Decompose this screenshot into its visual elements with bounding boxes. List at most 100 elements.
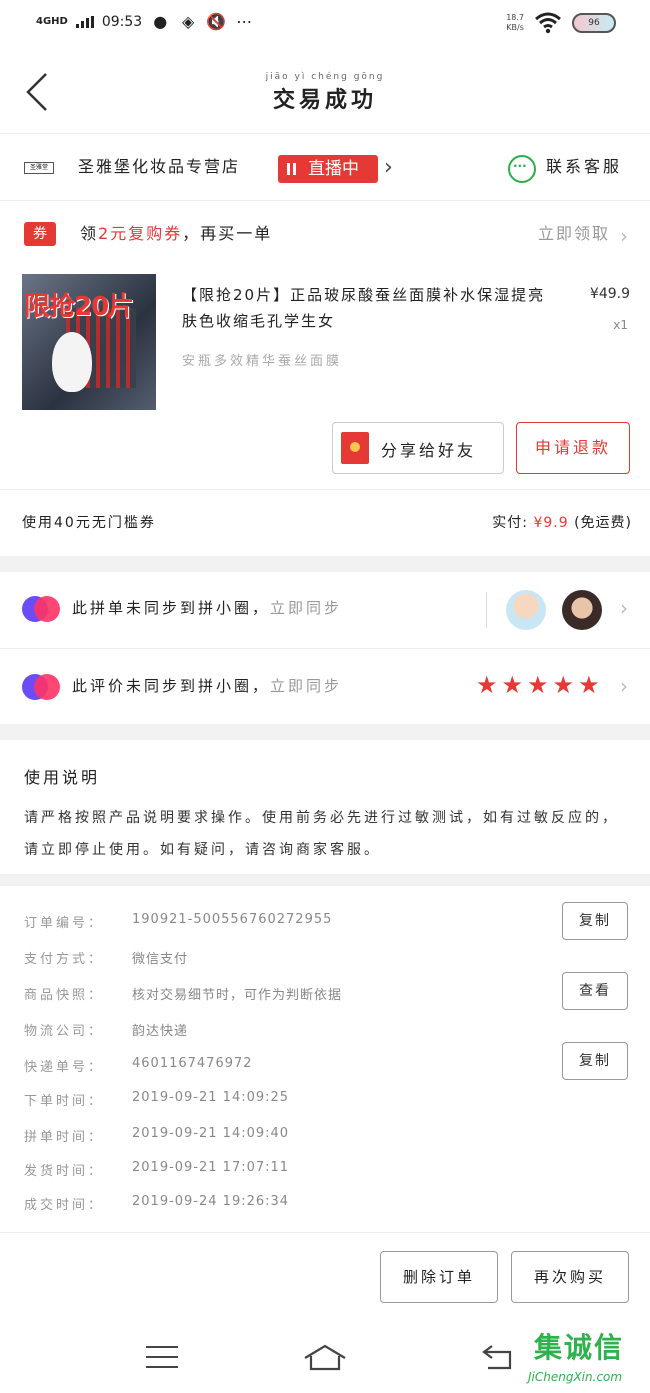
order-details: 订单编号： 190921-500556760272955 支付方式： 微信支付 …	[0, 890, 650, 1230]
avatar	[506, 590, 546, 630]
paid-label: 实付:	[492, 515, 528, 531]
review-sync-message: 此评价未同步到拼小圈，	[72, 677, 271, 695]
product-quantity: x1	[613, 318, 628, 332]
home-icon[interactable]	[303, 1342, 347, 1372]
detail-value: 微信支付	[132, 952, 189, 967]
face-mask-graphic	[52, 332, 92, 392]
contact-service-button[interactable]: 联系客服	[546, 153, 622, 177]
detail-label: 快递单号：	[24, 1060, 105, 1075]
store-logo: 圣雅堂	[24, 162, 54, 174]
detail-value: 核对交易细节时，可作为判断依据	[132, 988, 343, 1003]
share-label: 分享给好友	[381, 441, 477, 460]
star-icon: ★	[476, 671, 498, 699]
buy-again-button[interactable]: 再次购买	[511, 1251, 629, 1303]
store-row[interactable]: 圣雅堂 圣雅堡化妆品专营店 直播中 › 联系客服	[0, 135, 650, 201]
instructions-title: 使用说明	[24, 768, 101, 787]
detail-label: 发货时间：	[24, 1164, 105, 1179]
detail-value: 2019-09-21 17:07:11	[132, 1160, 290, 1175]
detail-row-ship-time: 发货时间： 2019-09-21 17:07:11	[0, 1154, 650, 1188]
chevron-right-icon[interactable]: ›	[620, 674, 628, 698]
coupon-icon: 券	[24, 222, 56, 246]
refund-button[interactable]: 申请退款	[516, 422, 630, 474]
page-title-pinyin: jiāo yì chéng gōng	[265, 72, 385, 82]
copy-tracking-button[interactable]: 复制	[562, 1042, 628, 1080]
coupon-row[interactable]: 券 领2元复购券，再买一单 立即领取 ›	[0, 202, 650, 264]
copy-order-no-button[interactable]: 复制	[562, 902, 628, 940]
live-label: 直播中	[308, 159, 359, 179]
status-left: 4GHD 09:53 ● ◈ 🔇 ⋯	[36, 12, 254, 32]
store-name[interactable]: 圣雅堡化妆品专营店	[78, 153, 240, 177]
detail-value: 4601167476972	[132, 1056, 253, 1071]
detail-row-order-no: 订单编号： 190921-500556760272955	[0, 906, 650, 940]
view-snapshot-button[interactable]: 查看	[562, 972, 628, 1010]
wifi-icon	[535, 12, 561, 34]
detail-value: 190921-500556760272955	[132, 912, 333, 927]
divider	[0, 648, 650, 649]
detail-row-payment: 支付方式： 微信支付	[0, 942, 650, 976]
wechat-icon: ◈	[182, 12, 195, 31]
detail-value: 2019-09-21 14:09:40	[132, 1126, 290, 1141]
delete-order-button[interactable]: 删除订单	[380, 1251, 498, 1303]
page-title-wrap: jiāo yì chéng gōng 交易成功	[0, 72, 650, 114]
page-header: jiāo yì chéng gōng 交易成功	[0, 50, 650, 134]
detail-label: 订单编号：	[24, 916, 105, 931]
speed-value: 18.7	[506, 13, 524, 22]
star-icon: ★	[552, 671, 575, 699]
pinxiaoquan-icon	[22, 596, 60, 622]
chevron-right-icon[interactable]: ›	[384, 155, 393, 180]
product-image[interactable]: 限抢20片	[22, 274, 156, 410]
detail-label: 支付方式：	[24, 952, 105, 967]
speed-unit: KB/s	[506, 23, 524, 32]
pinxiaoquan-icon	[22, 674, 60, 700]
product-title[interactable]: 【限抢20片】正品玻尿酸蚕丝面膜补水保湿提亮肤色收缩毛孔学生女	[182, 282, 562, 334]
clock: 09:53	[101, 14, 143, 30]
coupon-text-suffix: ，再买一单	[182, 224, 273, 243]
detail-label: 下单时间：	[24, 1094, 105, 1109]
payment-summary: 使用40元无门槛券 实付: ¥9.9 (免运费)	[0, 490, 650, 556]
page-title: 交易成功	[272, 88, 377, 113]
detail-row-order-time: 下单时间： 2019-09-21 14:09:25	[0, 1084, 650, 1118]
detail-label: 物流公司：	[24, 1024, 105, 1039]
signal-icon	[75, 16, 94, 28]
menu-icon[interactable]	[146, 1344, 178, 1370]
detail-value: 2019-09-21 14:09:25	[132, 1090, 290, 1105]
system-navbar: 集诚信 JiChengXin.com	[0, 1322, 650, 1393]
group-sync-button[interactable]: 立即同步	[270, 599, 342, 617]
review-sync-row[interactable]: 此评价未同步到拼小圈，立即同步 ★ ★ ★ ★ ★ ›	[0, 650, 650, 724]
detail-row-group-time: 拼单时间： 2019-09-21 14:09:40	[0, 1120, 650, 1154]
claim-coupon-button[interactable]: 立即领取	[538, 220, 610, 244]
detail-value: 韵达快递	[132, 1024, 189, 1039]
detail-row-tracking: 快递单号： 4601167476972	[0, 1050, 650, 1084]
back-nav-icon[interactable]	[480, 1342, 514, 1372]
instructions-body: 请严格按照产品说明要求操作。使用前务必先进行过敏测试，如有过敏反应的，请立即停止…	[24, 810, 619, 858]
divider	[486, 592, 487, 628]
chat-bubble-icon[interactable]	[508, 155, 536, 183]
review-sync-button[interactable]: 立即同步	[270, 677, 342, 695]
avatar	[562, 590, 602, 630]
detail-label: 商品快照：	[24, 988, 105, 1003]
product-promo-overlay: 限抢20片	[24, 292, 134, 322]
group-sync-text: 此拼单未同步到拼小圈，立即同步	[72, 597, 342, 618]
section-gap	[0, 556, 650, 572]
chevron-right-icon[interactable]: ›	[620, 596, 628, 620]
coupon-text-prefix: 领	[80, 224, 99, 243]
shipping-note: (免运费)	[574, 515, 632, 531]
qq-icon: ●	[153, 12, 168, 31]
paid-amount: ¥9.9	[533, 515, 569, 531]
product-spec: 安瓶多效精华蚕丝面膜	[182, 354, 343, 369]
detail-label: 成交时间：	[24, 1198, 105, 1213]
product-price: ¥49.9	[589, 286, 630, 302]
watermark-logo: 集诚信	[534, 1331, 625, 1364]
more-dots-icon: ⋯	[236, 12, 253, 31]
detail-row-carrier: 物流公司： 韵达快递	[0, 1014, 650, 1048]
group-sync-message: 此拼单未同步到拼小圈，	[72, 599, 271, 617]
detail-row-deal-time: 成交时间： 2019-09-24 19:26:34	[0, 1188, 650, 1222]
group-sync-row[interactable]: 此拼单未同步到拼小圈，立即同步 ›	[0, 572, 650, 646]
paid-total: 实付: ¥9.9 (免运费)	[492, 512, 632, 532]
share-to-friend-button[interactable]: 分享给好友	[332, 422, 504, 474]
live-badge[interactable]: 直播中	[278, 155, 378, 183]
network-label: 4GHD	[36, 16, 68, 27]
red-envelope-icon	[341, 432, 369, 464]
chevron-right-icon[interactable]: ›	[620, 224, 628, 248]
site-watermark: 集诚信 JiChengXin.com	[526, 1326, 644, 1390]
